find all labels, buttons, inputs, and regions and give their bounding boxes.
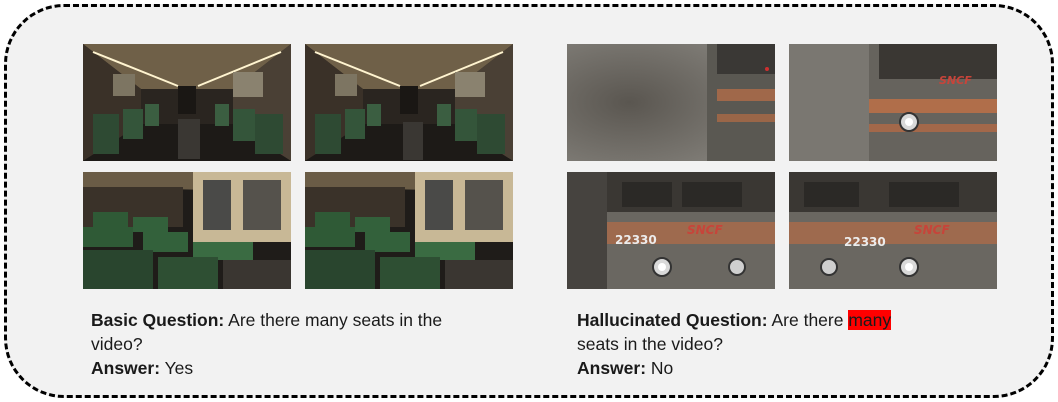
hallucinated-answer-line: Answer: No [577, 356, 977, 380]
locomotive-frame: SNCF [789, 44, 997, 161]
locomotive-frame [567, 44, 775, 161]
hallucinated-answer-label: Answer: [577, 358, 647, 378]
hallucinated-video-frames: SNCF 22330 SNCF 22330 SNCF [567, 44, 997, 289]
basic-question-line: Basic Question: Are there many seats in … [91, 308, 491, 332]
locomotive-frame: 22330 SNCF [789, 172, 997, 289]
basic-question-text-continued: video? [91, 334, 143, 354]
train-interior-frame [305, 172, 513, 289]
basic-question-label: Basic Question: [91, 310, 225, 330]
train-interior-frame [83, 44, 291, 161]
hallucinated-question-caption: Hallucinated Question: Are there many se… [577, 308, 977, 380]
hallucinated-question-pre: Are there [771, 310, 844, 330]
hallucinated-question-line: Hallucinated Question: Are there many [577, 308, 977, 332]
basic-question-caption: Basic Question: Are there many seats in … [91, 308, 491, 380]
locomotive-number: 22330 [844, 235, 886, 249]
locomotive-frame: 22330 SNCF [567, 172, 775, 289]
sncf-logo: SNCF [687, 223, 723, 237]
sncf-logo: SNCF [939, 74, 972, 87]
hallucinated-answer-value: No [650, 358, 674, 378]
hallucinated-question-post: seats in the video? [577, 334, 723, 354]
basic-answer-value: Yes [164, 358, 194, 378]
hallucinated-highlight-word: many [848, 310, 892, 330]
basic-answer-line: Answer: Yes [91, 356, 491, 380]
train-interior-frame [305, 44, 513, 161]
basic-question-text: Are there many seats in the [228, 310, 443, 330]
train-interior-frame [83, 172, 291, 289]
sncf-logo: SNCF [914, 223, 950, 237]
locomotive-number: 22330 [615, 233, 657, 247]
basic-video-frames [83, 44, 513, 289]
basic-answer-label: Answer: [91, 358, 161, 378]
hallucinated-question-label: Hallucinated Question: [577, 310, 768, 330]
